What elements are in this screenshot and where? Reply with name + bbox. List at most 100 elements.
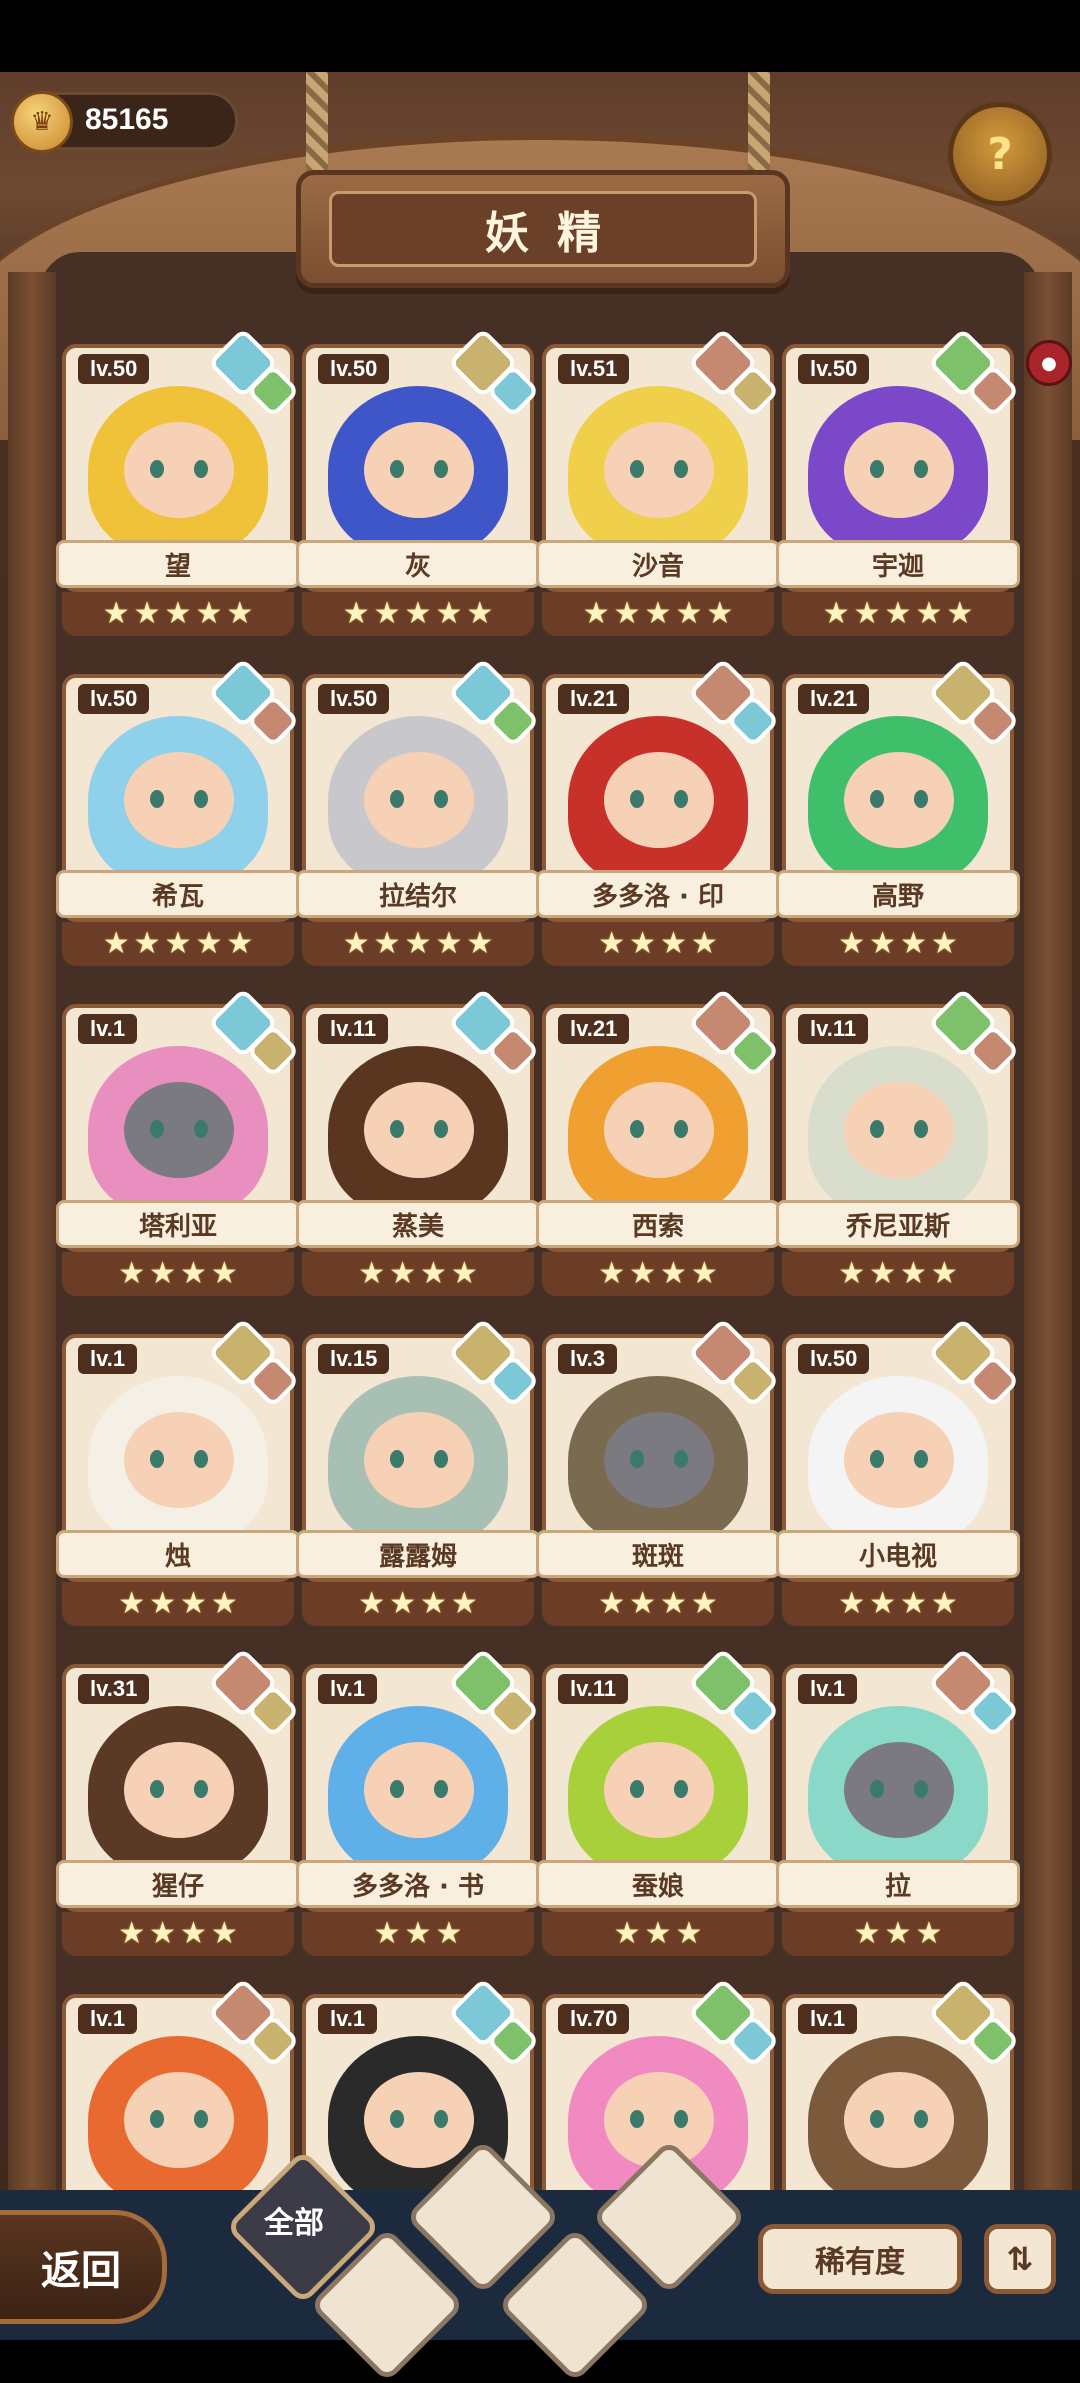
fairy-eye [630, 1780, 644, 1798]
star-icon: ★ [946, 596, 974, 631]
fairy-face [844, 752, 954, 848]
star-icon: ★ [884, 596, 912, 631]
fairy-card[interactable]: lv.3 斑斑 ★ ★ ★ ★ [536, 1317, 780, 1634]
fairy-card[interactable]: lv.50可成长小电视★★★★ [776, 1317, 1020, 1634]
fairy-eye [434, 460, 448, 478]
fairy-card[interactable]: lv.11 蚕娘 ★ ★ ★ [536, 1647, 780, 1964]
fairy-name: 蚕娘 [536, 1860, 780, 1908]
star-icon: ★ [149, 1256, 176, 1291]
star-icon: ★ [373, 596, 401, 631]
star-icon: ★ [644, 1916, 672, 1951]
star-icon: ★ [869, 926, 896, 961]
fairy-card[interactable]: lv.1 烛 ★ ★ ★ ★ [56, 1317, 300, 1634]
star-icon: ★ [435, 926, 463, 961]
star-icon: ★ [930, 1256, 958, 1291]
star-icon: ★ [404, 596, 432, 631]
fairy-level: lv.3 [558, 1344, 618, 1374]
fairy-eye [434, 1120, 448, 1138]
fairy-card[interactable]: lv.11 蒸美 ★ ★ ★ ★ [296, 987, 540, 1304]
star-rating: ★ ★ ★ ★ [542, 922, 774, 966]
filter-all-label: 全部 [264, 2206, 324, 2241]
star-icon: ★ [102, 926, 130, 961]
fairy-name: 小电视 [776, 1530, 1020, 1578]
fairy-level: lv.11 [798, 1014, 869, 1044]
back-button[interactable]: 返回 [0, 2210, 167, 2324]
fairy-eye [870, 2110, 884, 2128]
star-icon: ★ [133, 926, 161, 961]
fairy-eye [390, 2110, 404, 2128]
fairy-eye [434, 1450, 448, 1468]
fairy-eye [150, 790, 164, 808]
fairy-level: lv.21 [798, 684, 870, 714]
fairy-card[interactable]: lv.31可成长猩仔★★★★ [56, 1647, 300, 1964]
fairy-level: lv.1 [78, 1344, 138, 1374]
fairy-card[interactable]: lv.50 拉结尔 ★ ★ ★ ★ ★ [296, 657, 540, 974]
star-icon: ★ [435, 596, 463, 631]
star-icon: ★ [629, 1586, 656, 1621]
fairy-eye [914, 1120, 928, 1138]
fairy-card[interactable]: lv.51 沙音 ★ ★ ★ ★ ★ [536, 327, 780, 644]
star-rating: ★ ★ ★ [302, 1912, 534, 1956]
fairy-face [124, 752, 234, 848]
star-icon: ★ [435, 1916, 463, 1951]
fairy-card[interactable]: lv.50 灰 ★ ★ ★ ★ ★ [296, 327, 540, 644]
fairy-level: lv.11 [558, 1674, 629, 1704]
star-icon: ★ [869, 1586, 896, 1621]
fairy-eye [914, 790, 928, 808]
fairy-card[interactable]: lv.1 塔利亚 ★ ★ ★ ★ [56, 987, 300, 1304]
fairy-eye [914, 2110, 928, 2128]
star-icon: ★ [118, 1256, 146, 1291]
fairy-level: lv.1 [798, 1674, 858, 1704]
fairy-eye [674, 790, 688, 808]
star-rating: ★ ★ ★ ★ [542, 1582, 774, 1626]
fairy-level: lv.1 [318, 1674, 378, 1704]
fairy-face [604, 752, 714, 848]
rarity-sort-button[interactable]: 稀有度 [758, 2224, 962, 2294]
fairy-card[interactable]: lv.21 高野 ★ ★ ★ ★ [776, 657, 1020, 974]
fairy-card[interactable]: lv.1 拉 ★ ★ ★ [776, 1647, 1020, 1964]
fairy-card[interactable]: lv.21可成长多多洛 · 印★★★★ [536, 657, 780, 974]
fairy-name: 斑斑 [536, 1530, 780, 1578]
star-icon: ★ [358, 1586, 386, 1621]
sort-icon[interactable]: ⇅ [984, 2224, 1056, 2294]
star-icon: ★ [420, 1586, 447, 1621]
star-icon: ★ [195, 596, 223, 631]
fairy-card[interactable]: lv.50 望 ★ ★ ★ ★ ★ [56, 327, 300, 644]
fairy-eye [150, 460, 164, 478]
back-label: 返回 [41, 2248, 121, 2294]
fairy-face [844, 1412, 954, 1508]
fairy-eye [390, 1780, 404, 1798]
fairy-face [364, 1412, 474, 1508]
fairy-eye [194, 1450, 208, 1468]
fairy-level: lv.51 [558, 354, 630, 384]
fairy-card[interactable]: lv.1 多多洛 · 书 ★ ★ ★ [296, 1647, 540, 1964]
fairy-face [844, 1742, 954, 1838]
fairy-card[interactable]: lv.11 乔尼亚斯 ★ ★ ★ ★ [776, 987, 1020, 1304]
star-icon: ★ [930, 926, 958, 961]
star-icon: ★ [675, 1916, 703, 1951]
star-icon: ★ [644, 596, 672, 631]
fairy-eye [674, 460, 688, 478]
fairy-eye [870, 1780, 884, 1798]
fairy-name: 西索 [536, 1200, 780, 1248]
star-icon: ★ [404, 926, 432, 961]
fairy-face [124, 2072, 234, 2168]
fairy-card[interactable]: lv.15 露露姆 ★ ★ ★ ★ [296, 1317, 540, 1634]
star-icon: ★ [838, 926, 866, 961]
fairy-name: 乔尼亚斯 [776, 1200, 1020, 1248]
star-rating: ★ ★ ★ ★ [782, 1582, 1014, 1626]
star-rating: ★ ★ ★ ★ ★ [62, 922, 294, 966]
fairy-name: 猩仔 [56, 1860, 300, 1908]
fairy-card[interactable]: lv.50 宇迦 ★ ★ ★ ★ ★ [776, 327, 1020, 644]
star-icon: ★ [900, 1586, 927, 1621]
fairy-card[interactable]: lv.50 希瓦 ★ ★ ★ ★ ★ [56, 657, 300, 974]
fairy-eye [150, 1120, 164, 1138]
star-icon: ★ [598, 1586, 626, 1621]
star-rating: ★ ★ ★ ★ [302, 1582, 534, 1626]
fairy-eye [630, 1120, 644, 1138]
fairy-eye [870, 1120, 884, 1138]
fairy-card[interactable]: lv.21 西索 ★ ★ ★ ★ [536, 987, 780, 1304]
star-icon: ★ [598, 1256, 626, 1291]
fairy-face [124, 1742, 234, 1838]
fairy-name: 拉结尔 [296, 870, 540, 918]
